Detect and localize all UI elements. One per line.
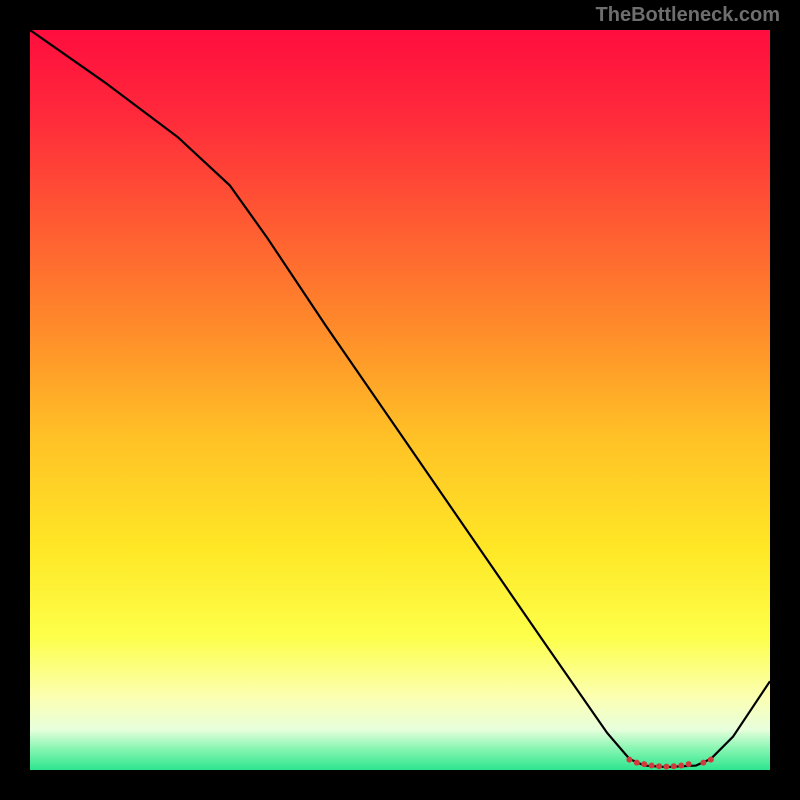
marker-dot — [649, 763, 655, 769]
marker-dot — [671, 763, 677, 769]
plot-area — [30, 30, 770, 770]
marker-dot — [708, 757, 714, 763]
gradient-background — [30, 30, 770, 770]
watermark-text: TheBottleneck.com — [596, 4, 780, 27]
marker-dot — [700, 760, 706, 766]
marker-dot — [634, 760, 640, 766]
marker-dot — [663, 764, 669, 770]
chart-svg — [30, 30, 770, 770]
marker-dot — [626, 757, 632, 763]
marker-dot — [656, 763, 662, 769]
marker-dot — [641, 761, 647, 767]
chart-frame: TheBottleneck.com — [0, 0, 800, 800]
marker-dot — [686, 761, 692, 767]
marker-dot — [678, 763, 684, 769]
